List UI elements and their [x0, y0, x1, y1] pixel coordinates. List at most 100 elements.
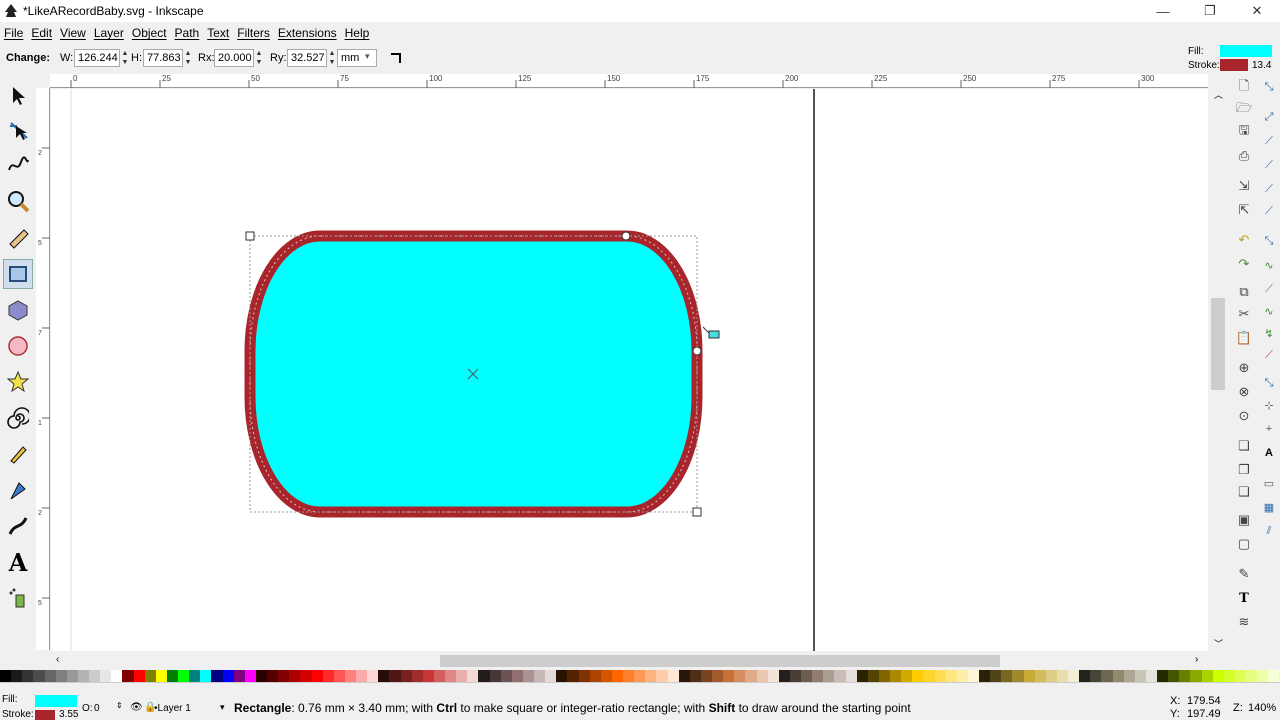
palette-swatch[interactable] — [522, 670, 534, 682]
palette-swatch[interactable] — [867, 670, 879, 682]
palette-swatch[interactable] — [778, 670, 790, 682]
palette-swatch[interactable] — [378, 670, 390, 682]
palette-swatch[interactable] — [166, 670, 178, 682]
palette-swatch[interactable] — [990, 670, 1002, 682]
palette-swatch[interactable] — [155, 670, 167, 682]
palette-swatch[interactable] — [44, 670, 56, 682]
palette-swatch[interactable] — [1134, 670, 1146, 682]
export-icon[interactable]: ⇱ — [1234, 200, 1254, 220]
palette-swatch[interactable] — [578, 670, 590, 682]
scroll-right-icon[interactable]: › — [1195, 654, 1198, 665]
zoom-input[interactable]: 140% — [1248, 702, 1276, 714]
layers-dialog-icon[interactable]: ≋ — [1234, 612, 1254, 632]
text-font-dialog-icon[interactable]: T — [1234, 588, 1254, 608]
palette-swatch[interactable] — [133, 670, 145, 682]
rx-spin-arrows-icon[interactable]: ▲ ▼ — [255, 49, 263, 67]
resize-handle[interactable] — [692, 507, 702, 517]
palette-swatch[interactable] — [556, 670, 568, 682]
palette-swatch[interactable] — [89, 670, 101, 682]
horizontal-scroll-thumb[interactable] — [440, 655, 1000, 667]
print-icon[interactable]: ⎙ — [1234, 146, 1254, 166]
palette-swatch[interactable] — [834, 670, 846, 682]
ruler-left[interactable]: 2 5 7 1 2 5 — [36, 88, 50, 650]
palette-swatch[interactable] — [534, 670, 546, 682]
palette-swatch[interactable] — [1190, 670, 1202, 682]
snap-smooth-icon[interactable]: ↯ — [1260, 324, 1278, 342]
palette-swatch[interactable] — [812, 670, 824, 682]
snap-others-icon[interactable]: ⤡ — [1260, 374, 1278, 392]
palette-swatch[interactable] — [433, 670, 445, 682]
palette-swatch[interactable] — [456, 670, 468, 682]
star-tool-icon[interactable] — [3, 367, 33, 397]
palette-swatch[interactable] — [956, 670, 968, 682]
not-rounded-icon[interactable] — [388, 50, 404, 66]
palette-swatch[interactable] — [1234, 670, 1246, 682]
palette-swatch[interactable] — [300, 670, 312, 682]
fill-swatch[interactable] — [1220, 45, 1272, 57]
palette-swatch[interactable] — [545, 670, 557, 682]
palette-swatch[interactable] — [945, 670, 957, 682]
eye-icon[interactable]: 👁 — [130, 702, 143, 713]
unit-select[interactable]: mm — [337, 49, 377, 67]
measure-tool-icon[interactable] — [3, 223, 33, 253]
ry-spin-arrows-icon[interactable]: ▲ ▼ — [328, 49, 336, 67]
palette-swatch[interactable] — [756, 670, 768, 682]
zoom-tool-icon[interactable] — [3, 186, 33, 216]
palette-swatch[interactable] — [1223, 670, 1235, 682]
text-tool-icon[interactable]: A — [3, 547, 33, 577]
palette-swatch[interactable] — [712, 670, 724, 682]
new-document-icon[interactable]: 🗋 — [1234, 78, 1254, 98]
selector-tool-icon[interactable] — [3, 80, 33, 110]
palette-swatch[interactable] — [634, 670, 646, 682]
palette-swatch[interactable] — [667, 670, 679, 682]
tweak-tool-icon[interactable] — [3, 150, 33, 180]
redo-icon[interactable]: ↷ — [1234, 254, 1254, 274]
palette-swatch[interactable] — [801, 670, 813, 682]
spray-tool-icon[interactable] — [3, 583, 33, 613]
minimize-button[interactable]: — — [1140, 0, 1186, 22]
height-input[interactable]: 77.863 — [143, 49, 183, 67]
palette-swatch[interactable] — [1079, 670, 1091, 682]
ruler-top[interactable]: 0 25 50 75 100 125 150 175 200 225 250 2… — [50, 74, 1208, 88]
rx-handle[interactable] — [621, 231, 631, 241]
palette-swatch[interactable] — [77, 670, 89, 682]
palette-swatch[interactable] — [1034, 670, 1046, 682]
palette-swatch[interactable] — [1246, 670, 1258, 682]
snap-guide-icon[interactable]: ⫽ — [1260, 522, 1278, 540]
palette-swatch[interactable] — [890, 670, 902, 682]
rx-input[interactable]: 20.000 — [214, 49, 254, 67]
palette-swatch[interactable] — [678, 670, 690, 682]
palette-swatch[interactable] — [723, 670, 735, 682]
menu-path[interactable]: Path — [171, 26, 204, 40]
status-fill-swatch[interactable] — [35, 695, 77, 707]
palette-swatch[interactable] — [1023, 670, 1035, 682]
opacity-input[interactable]: 0 — [94, 703, 100, 714]
rect-tool-icon[interactable] — [3, 259, 33, 289]
palette-swatch[interactable] — [222, 670, 234, 682]
palette-swatch[interactable] — [489, 670, 501, 682]
snap-rotation-center-icon[interactable]: + — [1260, 420, 1278, 438]
palette-swatch[interactable] — [1101, 670, 1113, 682]
palette-swatch[interactable] — [967, 670, 979, 682]
palette-swatch[interactable] — [178, 670, 190, 682]
layer-select[interactable]: •Layer 1 — [154, 703, 191, 714]
palette-swatch[interactable] — [1257, 670, 1269, 682]
palette-swatch[interactable] — [144, 670, 156, 682]
palette-swatch[interactable] — [1157, 670, 1169, 682]
zoom-page-icon[interactable]: ⊙ — [1234, 406, 1254, 426]
height-spin-arrows-icon[interactable]: ▲ ▼ — [184, 49, 192, 67]
palette-swatch[interactable] — [1001, 670, 1013, 682]
palette-swatch[interactable] — [189, 670, 201, 682]
open-icon[interactable]: 🗁 — [1234, 100, 1254, 120]
palette-swatch[interactable] — [1179, 670, 1191, 682]
menu-layer[interactable]: Layer — [90, 26, 128, 40]
palette-swatch[interactable] — [745, 670, 757, 682]
palette-swatch[interactable] — [211, 670, 223, 682]
menu-file[interactable]: File — [0, 26, 27, 40]
copy-icon[interactable]: ⧉ — [1234, 282, 1254, 302]
snap-intersections-icon[interactable]: ⟋ — [1260, 280, 1278, 298]
palette-swatch[interactable] — [66, 670, 78, 682]
menu-edit[interactable]: Edit — [27, 26, 56, 40]
vertical-scroll-thumb[interactable] — [1211, 298, 1225, 390]
paste-icon[interactable]: 📋 — [1234, 328, 1254, 348]
